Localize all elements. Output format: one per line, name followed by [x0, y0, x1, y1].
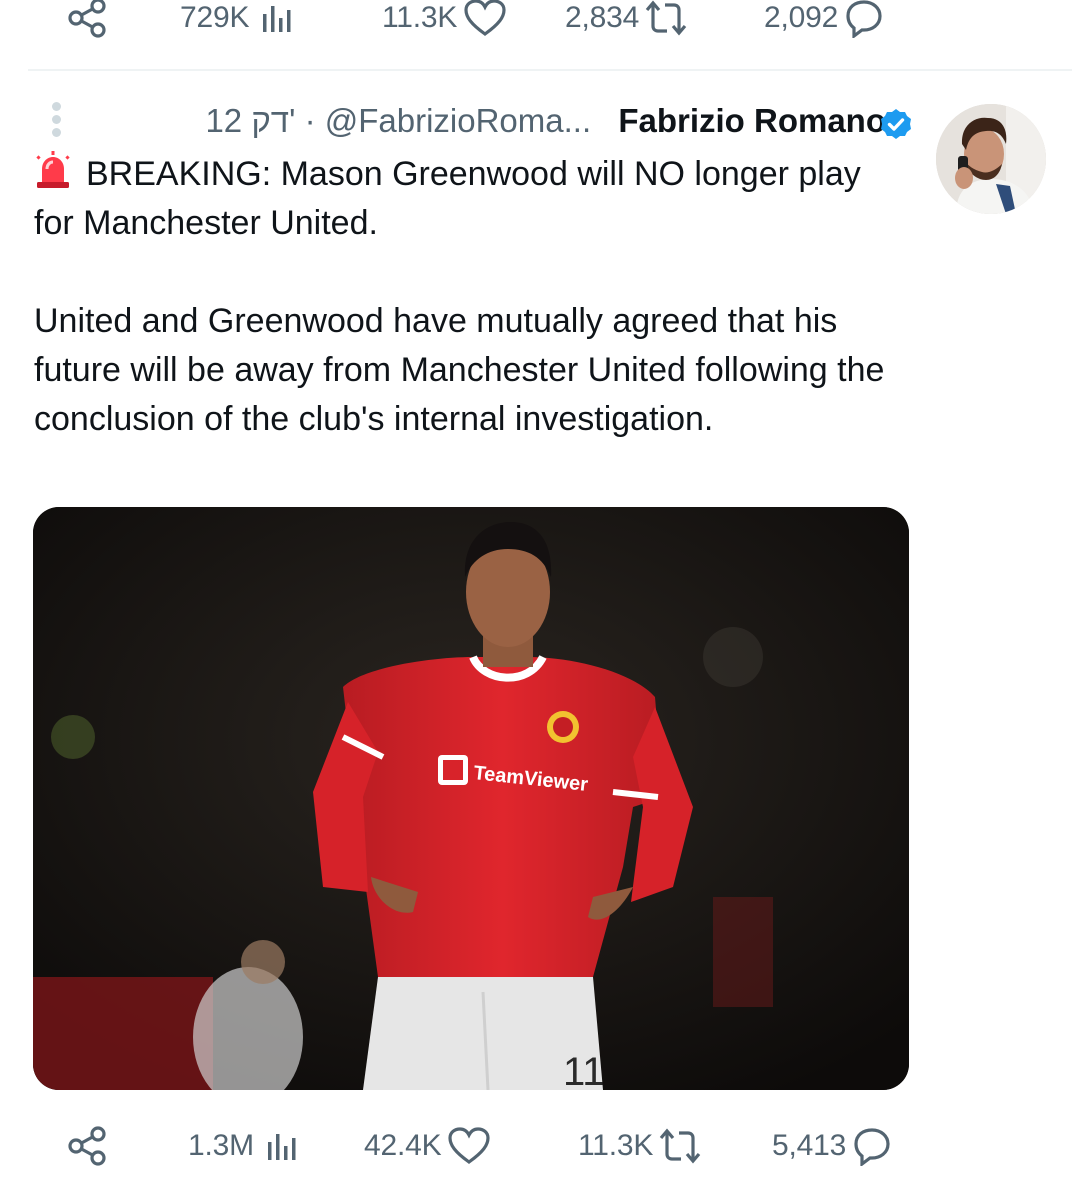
- top-action-bar: 729K 11.3K 2,834 2,092: [0, 0, 1072, 46]
- reposts-count: 11.3K: [578, 1129, 654, 1162]
- author-avatar[interactable]: [936, 104, 1046, 214]
- heart-icon: [464, 0, 506, 36]
- siren-emoji-icon: [36, 151, 70, 188]
- like-button[interactable]: 42.4K: [364, 1126, 491, 1166]
- like-button[interactable]: 11.3K: [382, 0, 507, 38]
- tweet-header: 12 דק' · @FabrizioRoma... Fabrizio Roman…: [0, 100, 1072, 144]
- tweet-body: BREAKING: Mason Greenwood will NO longer…: [34, 150, 894, 444]
- share-icon: [68, 1126, 106, 1166]
- repost-icon: [645, 0, 687, 36]
- views-icon: [263, 6, 291, 32]
- tweet-text-para2: United and Greenwood have mutually agree…: [34, 302, 894, 438]
- reply-button[interactable]: 5,413: [772, 1126, 894, 1166]
- views-count: 1.3M: [188, 1129, 254, 1162]
- shorts-number: 11: [563, 1050, 605, 1090]
- views-count: 729K: [180, 1, 250, 34]
- replies-count: 5,413: [772, 1129, 847, 1162]
- author-handle[interactable]: @FabrizioRoma...: [325, 102, 591, 139]
- repost-button[interactable]: 2,834: [565, 0, 689, 38]
- reply-icon: [846, 0, 882, 38]
- bottom-action-bar: 1.3M 42.4K 11.3K 5,413: [0, 1114, 1072, 1174]
- reply-button[interactable]: 2,092: [764, 0, 886, 38]
- reply-icon: [854, 1128, 890, 1166]
- author-display-name[interactable]: Fabrizio Romano: [618, 102, 886, 139]
- player-photo: TeamViewer 11: [33, 507, 909, 1090]
- more-icon: [51, 102, 61, 111]
- tweet-meta: 12 דק' · @FabrizioRoma... Fabrizio Roman…: [205, 102, 886, 140]
- more-options-button[interactable]: [44, 100, 68, 140]
- replies-count: 2,092: [764, 1, 839, 34]
- avatar-photo: [936, 104, 1046, 214]
- tweet-media-image[interactable]: TeamViewer 11: [33, 507, 909, 1090]
- likes-count: 11.3K: [382, 1, 458, 34]
- tweet-text-line1: BREAKING: Mason Greenwood will NO longer…: [34, 155, 871, 242]
- verified-badge-icon: [881, 109, 911, 139]
- heart-icon: [448, 1127, 491, 1164]
- views-button[interactable]: 729K: [180, 0, 299, 38]
- share-button[interactable]: [66, 0, 110, 40]
- tweet-divider: [28, 69, 1072, 71]
- reposts-count: 2,834: [565, 1, 640, 34]
- repost-button[interactable]: 11.3K: [578, 1126, 703, 1166]
- meta-separator: ·: [304, 102, 316, 139]
- tweet-timestamp[interactable]: 12 דק': [205, 102, 295, 139]
- repost-icon: [659, 1128, 701, 1164]
- views-button[interactable]: 1.3M: [188, 1126, 304, 1166]
- share-button[interactable]: [66, 1124, 110, 1168]
- likes-count: 42.4K: [364, 1129, 442, 1162]
- share-icon: [68, 0, 106, 38]
- views-icon: [267, 1134, 296, 1160]
